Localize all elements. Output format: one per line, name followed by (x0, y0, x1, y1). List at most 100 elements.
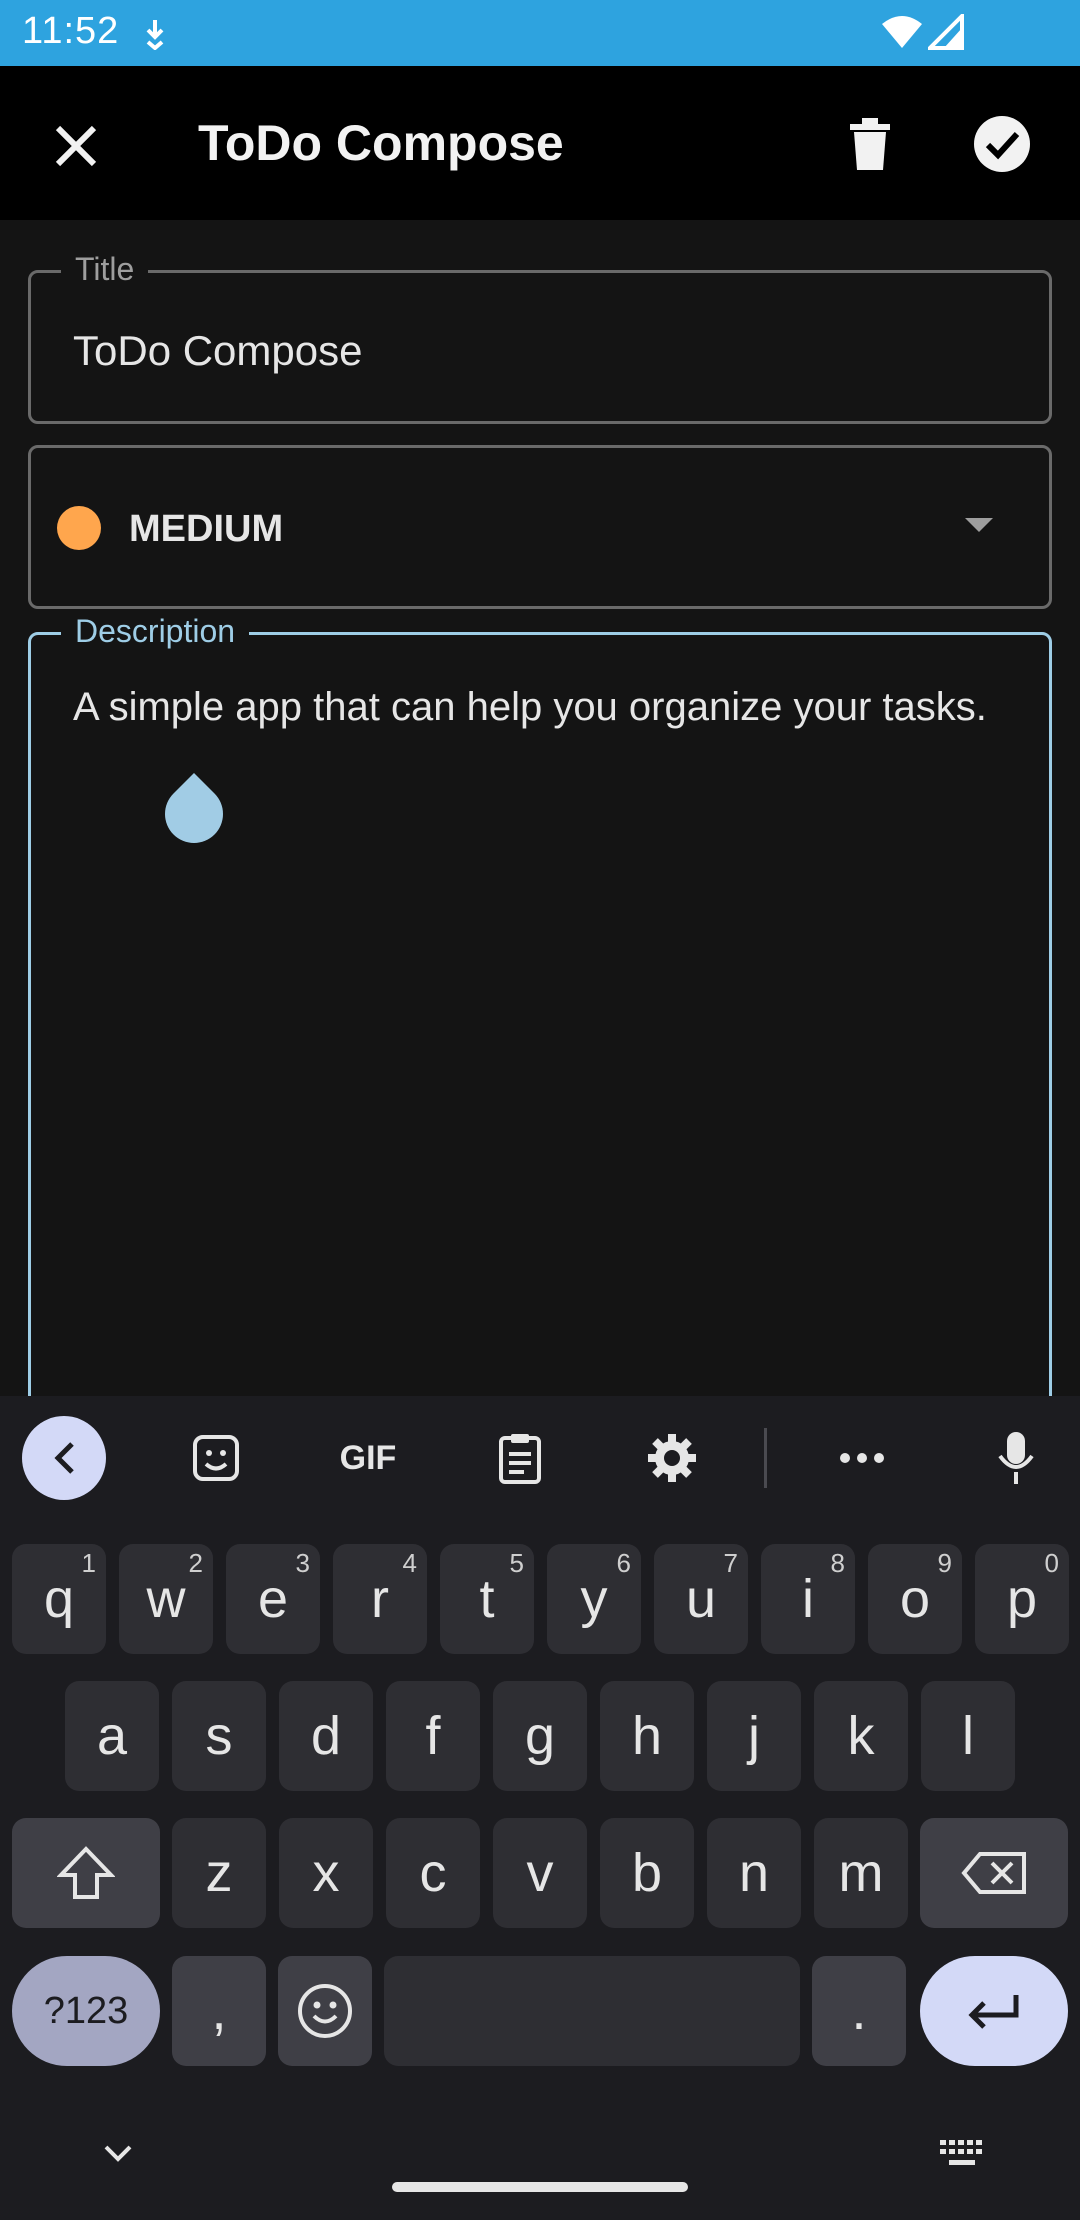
wifi-icon (882, 16, 922, 48)
key-j[interactable]: j (707, 1681, 801, 1791)
dropdown-arrow-icon[interactable] (965, 518, 993, 532)
emoji-icon (298, 1984, 352, 2038)
key-hint: 6 (616, 1548, 631, 1578)
close-icon (55, 125, 97, 167)
key-t[interactable]: t5 (440, 1544, 534, 1654)
key-y[interactable]: y6 (547, 1544, 641, 1654)
key-hint: 0 (1044, 1548, 1059, 1578)
delete-button[interactable] (830, 104, 910, 184)
home-indicator[interactable] (392, 2182, 688, 2192)
keyboard: GIF q 1 w 2 e 3 r 4 t 5 y 6 u 7 i 8 o 9 … (0, 1396, 1080, 2220)
key-i[interactable]: i8 (761, 1544, 855, 1654)
key-hint: 5 (509, 1548, 524, 1578)
key-label: q (43, 1569, 75, 1629)
save-button[interactable] (962, 104, 1042, 184)
key-label: p (1006, 1569, 1038, 1629)
title-field[interactable]: Title ToDo Compose (28, 251, 1052, 424)
key-label: w (146, 1569, 186, 1629)
key-x[interactable]: x (279, 1818, 373, 1928)
page-title: ToDo Compose (198, 115, 564, 171)
gif-button[interactable]: GIF (326, 1416, 410, 1500)
key-s[interactable]: s (172, 1681, 266, 1791)
close-button[interactable] (36, 106, 116, 186)
key-b[interactable]: b (600, 1818, 694, 1928)
comma-key[interactable]: , (172, 1956, 266, 2066)
key-g[interactable]: g (493, 1681, 587, 1791)
key-hint: 7 (723, 1548, 738, 1578)
keyboard-back-button[interactable] (22, 1416, 106, 1500)
key-hint: 4 (402, 1548, 417, 1578)
clipboard-button[interactable] (478, 1416, 562, 1500)
signal-icon (928, 14, 964, 50)
title-label: Title (61, 251, 149, 288)
sticker-button[interactable] (174, 1416, 258, 1500)
enter-key[interactable] (920, 1956, 1068, 2066)
space-key[interactable] (384, 1956, 800, 2066)
key-f[interactable]: f (386, 1681, 480, 1791)
title-value: ToDo Compose (73, 327, 363, 374)
app-bar: ToDo Compose (0, 66, 1080, 220)
key-m[interactable]: m (814, 1818, 908, 1928)
toolbar-divider (764, 1428, 767, 1488)
key-o[interactable]: o9 (868, 1544, 962, 1654)
key-h[interactable]: h (600, 1681, 694, 1791)
key-hint: 3 (295, 1548, 310, 1578)
key-n[interactable]: n (707, 1818, 801, 1928)
chevron-down-icon (104, 2145, 132, 2162)
trash-icon (850, 118, 890, 170)
key-label: i (802, 1569, 814, 1629)
symbols-key[interactable]: ?123 (12, 1956, 160, 2066)
key-hint: 1 (81, 1548, 96, 1578)
more-button[interactable] (820, 1416, 904, 1500)
priority-indicator (57, 506, 101, 550)
key-k[interactable]: k (814, 1681, 908, 1791)
backspace-icon (961, 1852, 1026, 1894)
key-hint: 2 (188, 1548, 203, 1578)
backspace-key[interactable] (920, 1818, 1068, 1928)
shift-key[interactable] (12, 1818, 160, 1928)
key-r[interactable]: r4 (333, 1544, 427, 1654)
key-p[interactable]: p0 (975, 1544, 1069, 1654)
key-label: y (580, 1569, 608, 1629)
settings-button[interactable] (630, 1416, 714, 1500)
key-e[interactable]: e3 (226, 1544, 320, 1654)
switch-keyboard-button[interactable] (938, 2134, 986, 2174)
priority-dropdown[interactable]: MEDIUM (28, 445, 1052, 609)
voice-input-button[interactable] (974, 1416, 1058, 1500)
keyboard-toolbar: GIF (0, 1396, 1080, 1516)
key-label: e (257, 1569, 289, 1629)
key-d[interactable]: d (279, 1681, 373, 1791)
keyboard-icon (940, 2140, 982, 2165)
key-u[interactable]: u7 (654, 1544, 748, 1654)
chevron-left-icon (54, 1442, 74, 1474)
key-label: t (479, 1569, 495, 1629)
sticker-icon (193, 1435, 239, 1481)
key-v[interactable]: v (493, 1818, 587, 1928)
shift-icon (57, 1846, 115, 1899)
key-hint: 9 (937, 1548, 952, 1578)
clipboard-icon (499, 1434, 541, 1484)
priority-value: MEDIUM (129, 508, 284, 550)
hide-keyboard-button[interactable] (96, 2132, 140, 2176)
key-label: r (371, 1569, 389, 1629)
status-bar: 11:52 (0, 0, 1080, 66)
microphone-icon (998, 1432, 1034, 1484)
key-q[interactable]: q1 (12, 1544, 106, 1654)
period-key[interactable]: . (812, 1956, 906, 2066)
status-time: 11:52 (22, 10, 120, 52)
key-z[interactable]: z (172, 1818, 266, 1928)
key-c[interactable]: c (386, 1818, 480, 1928)
emoji-key[interactable] (278, 1956, 372, 2066)
key-w[interactable]: w2 (119, 1544, 213, 1654)
key-a[interactable]: a (65, 1681, 159, 1791)
description-value: A simple app that can help you organize … (73, 685, 987, 729)
key-hint: 8 (830, 1548, 845, 1578)
key-label: u (685, 1569, 717, 1629)
gear-icon (648, 1434, 696, 1482)
key-l[interactable]: l (921, 1681, 1015, 1791)
more-horizontal-icon (840, 1453, 884, 1463)
key-label: o (899, 1569, 931, 1629)
enter-icon (968, 1995, 1019, 2029)
notification-icon (146, 20, 164, 50)
text-cursor-handle[interactable] (152, 772, 236, 856)
